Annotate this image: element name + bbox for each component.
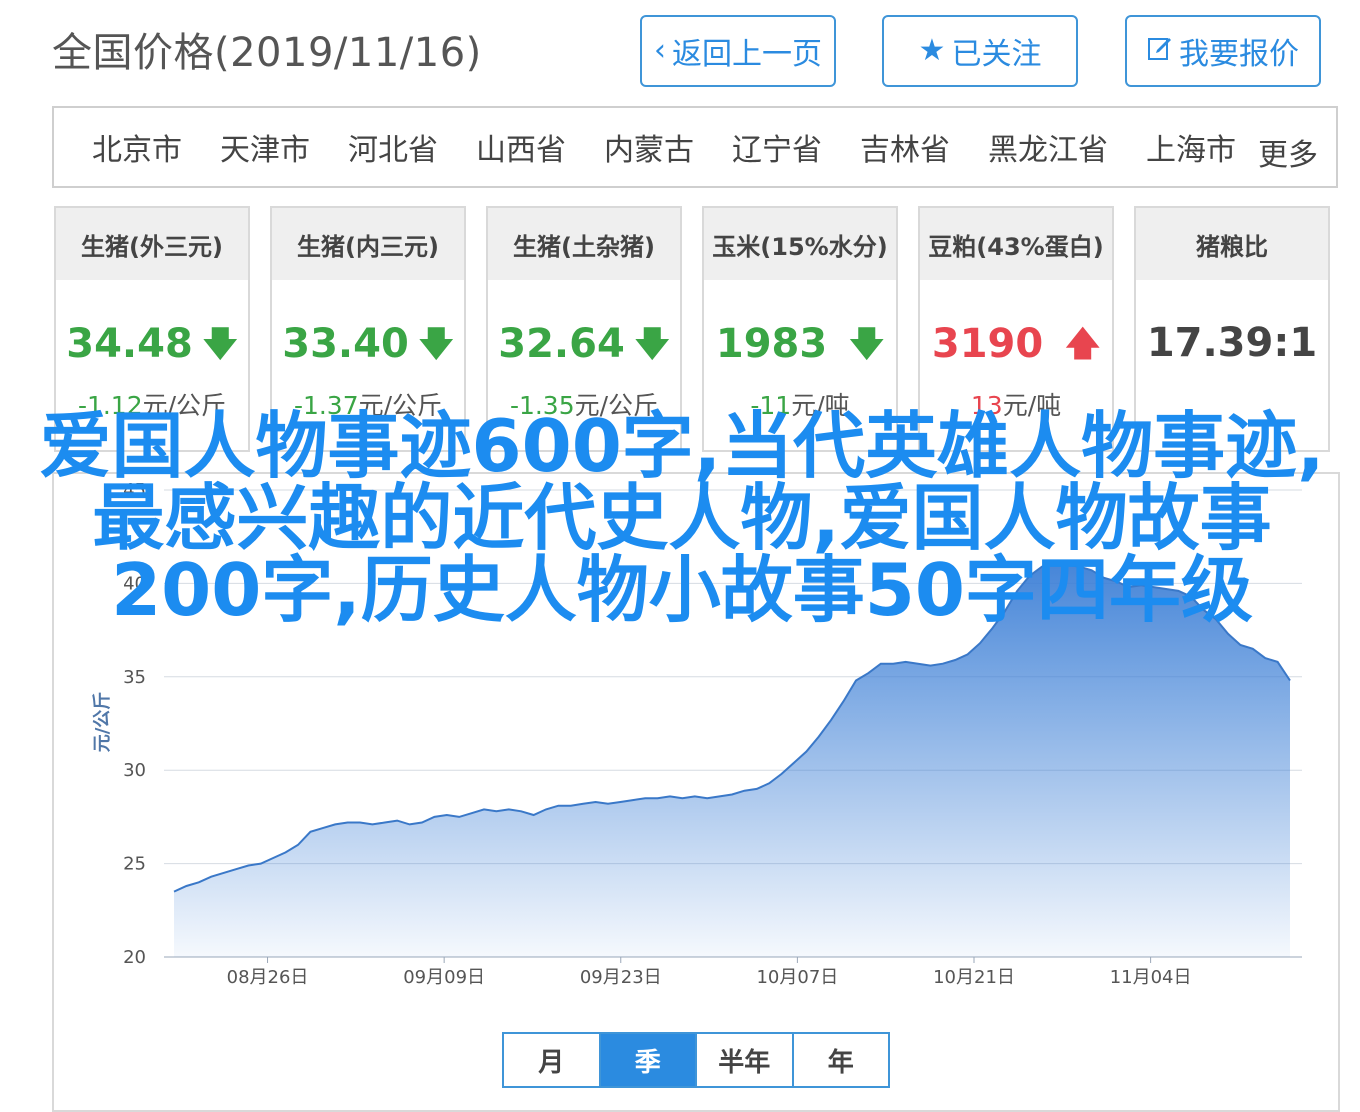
card-price: 33.40 🡇 [272,320,464,377]
x-tick-label: 08月26日 [227,967,309,988]
card-price: 1983 🡇 [704,320,896,377]
arrow-down-icon: 🡇 [849,324,885,364]
y-tick-label: 35 [123,667,146,688]
tab-half-year[interactable]: 半年 [697,1034,794,1086]
card-title: 生猪(土杂猪) [488,208,680,280]
x-tick-label: 11月04日 [1110,967,1192,988]
region-item[interactable]: 上海市 [1146,125,1236,169]
card-price: 32.64 🡇 [488,320,680,377]
arrow-up-icon: 🡅 [1065,324,1101,364]
star-icon: ★ [918,33,946,68]
region-item[interactable]: 内蒙古 [604,125,694,169]
y-tick-label: 20 [123,947,146,968]
card-price: 34.48 🡇 [56,320,248,377]
region-item[interactable]: 天津市 [220,125,310,169]
region-item[interactable]: 山西省 [476,125,566,169]
card-price: 17.39:1 [1146,320,1318,366]
region-item[interactable]: 黑龙江省 [988,125,1108,169]
card-title: 猪粮比 [1136,208,1328,280]
arrow-down-icon: 🡇 [634,324,670,364]
tab-year[interactable]: 年 [793,1034,888,1086]
y-tick-label: 25 [123,854,146,875]
range-tabs: 月 季 半年 年 [502,1032,890,1088]
chevron-left-icon: ‹ [654,33,666,68]
back-button-label: 返回上一页 [672,37,822,72]
x-tick-label: 09月09日 [403,967,485,988]
arrow-down-icon: 🡇 [418,324,454,364]
region-more-link[interactable]: 更多 [1258,130,1318,174]
arrow-down-icon: 🡇 [202,324,238,364]
tab-month[interactable]: 月 [504,1034,601,1086]
overlay-headline: 爱国人物事迹600字,当代英雄人物事迹,最感兴趣的近代史人物,爱国人物故事200… [39,404,1325,632]
follow-button[interactable]: ★ 已关注 [882,15,1078,87]
card-title: 豆粕(43%蛋白) [920,208,1112,280]
follow-button-label: 已关注 [951,37,1042,72]
card-title: 玉米(15%水分) [704,208,896,280]
card-title: 生猪(内三元) [272,208,464,280]
x-tick-label: 10月07日 [756,967,838,988]
card-price: 3190 🡅 [920,320,1112,377]
region-item[interactable]: 吉林省 [860,125,950,169]
y-tick-label: 30 [123,760,146,781]
page-title: 全国价格(2019/11/16) [52,30,482,76]
x-tick-label: 10月21日 [933,967,1015,988]
quote-button-label: 我要报价 [1179,37,1299,72]
region-item[interactable]: 河北省 [348,125,438,169]
back-button[interactable]: ‹ 返回上一页 [640,15,836,87]
region-bar: 北京市 天津市 河北省 山西省 内蒙古 辽宁省 吉林省 黑龙江省 上海市 更多 [52,106,1338,188]
y-axis-label: 元/公斤 [92,692,113,753]
region-item[interactable]: 北京市 [92,125,182,169]
region-item[interactable]: 辽宁省 [732,125,822,169]
quote-button[interactable]: 我要报价 [1125,15,1321,87]
x-tick-label: 09月23日 [580,967,662,988]
edit-icon [1147,35,1173,67]
card-title: 生猪(外三元) [56,208,248,280]
tab-quarter[interactable]: 季 [600,1034,697,1086]
